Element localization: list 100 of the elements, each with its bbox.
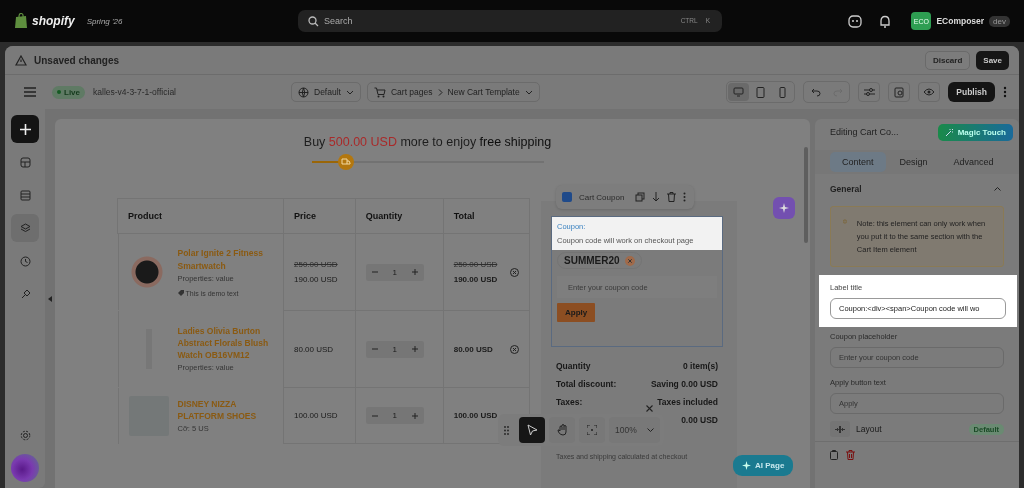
panel-tab[interactable]: Design: [887, 152, 940, 172]
price: 100.00 USD: [294, 411, 339, 420]
desktop-view-button[interactable]: [728, 83, 750, 101]
dev-badge: dev: [989, 15, 1010, 27]
column-header: Quantity: [355, 198, 444, 234]
panel-title: Editing Cart Co...: [830, 127, 899, 137]
globe-icon: [298, 86, 309, 98]
preview-button[interactable]: [918, 82, 941, 102]
price: 80.00 USD: [294, 344, 335, 354]
summary-label: Quantity: [556, 361, 591, 371]
store-name[interactable]: EComposer: [936, 16, 985, 26]
clipboard-icon[interactable]: [830, 450, 838, 461]
sidekick-icon[interactable]: [848, 14, 863, 28]
sliders-button[interactable]: [858, 82, 881, 102]
remove-icon[interactable]: [510, 267, 519, 277]
discard-button[interactable]: Discard: [924, 50, 971, 70]
chevron-down-icon: [646, 428, 654, 432]
collapse-arrow-icon[interactable]: [48, 295, 52, 302]
assistant-orb-icon[interactable]: [11, 454, 39, 482]
section-title: General: [830, 184, 862, 194]
search-icon: [308, 16, 319, 27]
quantity-stepper[interactable]: 1: [365, 340, 424, 358]
pointer-icon: [526, 424, 538, 436]
apply-button[interactable]: Apply: [557, 303, 596, 322]
layout-button[interactable]: [830, 421, 850, 438]
tablet-icon: [756, 86, 766, 98]
more-icon[interactable]: [683, 192, 687, 202]
line-total: 190.00 USD: [453, 275, 498, 284]
layers-icon: [19, 222, 31, 234]
column-header: Total: [443, 198, 530, 234]
more-icon[interactable]: [1003, 86, 1007, 98]
plus-icon[interactable]: [411, 269, 418, 275]
zoom-select[interactable]: 100%: [609, 417, 660, 443]
summary-value: Saving 0.00 USD: [650, 379, 718, 389]
quantity-value: 1: [392, 267, 398, 277]
language-select[interactable]: Default: [291, 82, 361, 102]
save-button[interactable]: Save: [976, 50, 1009, 70]
search-page-button[interactable]: [888, 82, 911, 102]
line-total: 100.00 USD: [453, 411, 498, 420]
panel-tab[interactable]: Advanced: [941, 152, 1006, 172]
sparkle-icon: [742, 461, 751, 470]
chevron-down-icon: [345, 89, 354, 95]
plus-icon[interactable]: [411, 346, 418, 352]
pointer-tool-button[interactable]: [519, 417, 545, 443]
quantity-stepper[interactable]: 1: [365, 407, 424, 424]
fit-screen-button[interactable]: [579, 417, 605, 443]
duplicate-icon[interactable]: [635, 192, 646, 202]
blocks-icon: [19, 156, 31, 168]
bell-icon[interactable]: [879, 14, 892, 28]
layers-button[interactable]: [11, 214, 39, 242]
price: 190.00 USD: [294, 275, 339, 284]
line-total: 80.00 USD: [453, 344, 493, 354]
page-select[interactable]: Cart pages New Cart Template: [366, 82, 540, 102]
tag-icon: [177, 290, 184, 297]
undo-icon: [810, 87, 821, 97]
remove-icon[interactable]: [510, 344, 519, 354]
panel-tab[interactable]: Content: [830, 152, 886, 172]
close-icon[interactable]: [624, 255, 635, 266]
free-shipping-message: Buy 500.00 USD more to enjoy free shipping: [303, 135, 552, 149]
eye-icon: [923, 88, 936, 96]
publish-button[interactable]: Publish: [948, 82, 995, 102]
magic-touch-button[interactable]: Magic Touch: [937, 123, 1013, 141]
chevron-right-icon: [437, 88, 443, 96]
shopify-logo[interactable]: shopify: [32, 14, 75, 28]
scrollbar-thumb[interactable]: [804, 147, 808, 243]
minus-icon[interactable]: [371, 412, 378, 419]
menu-icon[interactable]: [24, 87, 36, 97]
minus-icon[interactable]: [371, 269, 378, 275]
phone-icon: [779, 86, 787, 98]
truck-icon: [338, 154, 355, 170]
arrow-down-icon[interactable]: [652, 192, 661, 202]
sliders-icon: [863, 87, 875, 97]
plus-icon[interactable]: [411, 412, 418, 419]
unsaved-message: Unsaved changes: [34, 54, 120, 66]
drag-handle-icon[interactable]: [504, 425, 509, 435]
cart-icon: [373, 86, 386, 98]
sparkle-icon: [779, 203, 789, 213]
close-icon[interactable]: [645, 405, 653, 412]
trash-icon[interactable]: [846, 450, 855, 461]
ai-page-button[interactable]: AI Page: [733, 455, 794, 476]
trash-icon[interactable]: [667, 192, 677, 202]
chevron-up-icon[interactable]: [994, 187, 1001, 191]
quantity-stepper[interactable]: 1: [365, 263, 424, 281]
focus-frame-icon: [587, 425, 597, 435]
add-button[interactable]: [11, 115, 39, 143]
plus-icon: [19, 123, 31, 135]
clock-icon: [19, 255, 31, 267]
magic-wand-icon: [944, 127, 954, 137]
sections-icon: [19, 189, 31, 201]
minus-icon[interactable]: [371, 346, 378, 352]
column-header: Product: [117, 198, 284, 234]
sparkle-button[interactable]: [773, 197, 795, 219]
original-price: 250.00 USD: [294, 260, 339, 269]
version-label: Spring '26: [86, 16, 123, 26]
summary-value: 0 item(s): [683, 361, 718, 371]
arrows-inward-icon: [835, 425, 845, 433]
layout-label: Layout: [856, 424, 882, 435]
element-type-icon: [562, 192, 572, 202]
page-search-icon: [893, 86, 905, 98]
quantity-value: 1: [392, 344, 398, 354]
